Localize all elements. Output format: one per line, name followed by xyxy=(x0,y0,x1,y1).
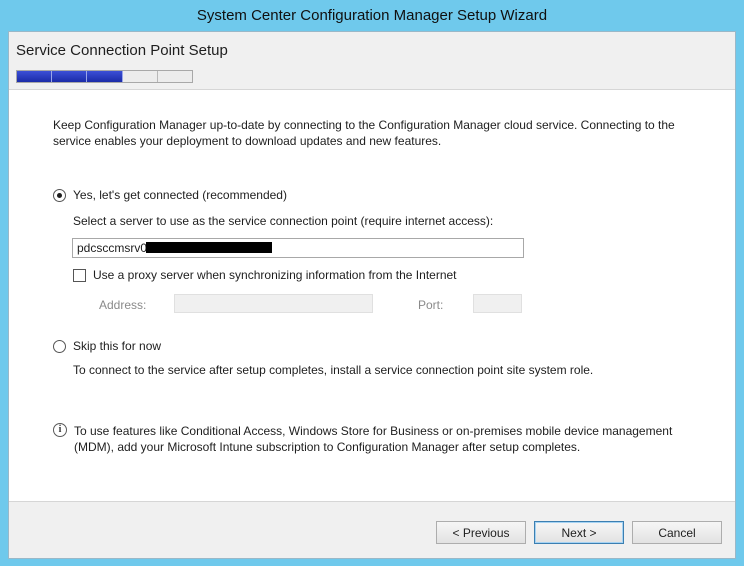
progress-step xyxy=(87,71,123,82)
window-title: System Center Configuration Manager Setu… xyxy=(196,7,548,24)
proxy-checkbox[interactable] xyxy=(73,268,86,282)
page-title: Service Connection Point Setup xyxy=(16,42,228,59)
skip-description: To connect to the service after setup co… xyxy=(73,363,594,377)
skip-radio[interactable] xyxy=(53,339,66,353)
cancel-button[interactable]: Cancel xyxy=(632,521,722,544)
redaction-bar xyxy=(146,242,272,253)
address-label: Address: xyxy=(99,298,147,312)
wizard-progress-bar xyxy=(16,70,193,83)
address-input[interactable] xyxy=(174,294,373,313)
wizard-footer: < Previous Next > Cancel xyxy=(9,501,735,558)
proxy-option[interactable]: Use a proxy server when synchronizing in… xyxy=(73,268,457,282)
connect-radio-label: Yes, let's get connected (recommended) xyxy=(73,188,287,202)
progress-step xyxy=(157,71,193,82)
next-button[interactable]: Next > xyxy=(534,521,624,544)
connect-option[interactable]: Yes, let's get connected (recommended) xyxy=(53,188,287,202)
server-input[interactable] xyxy=(72,238,524,258)
info-text: To use features like Conditional Access,… xyxy=(74,424,673,454)
progress-step xyxy=(52,71,88,82)
connect-radio[interactable] xyxy=(53,188,66,202)
server-prompt: Select a server to use as the service co… xyxy=(73,214,494,228)
setup-wizard-window: System Center Configuration Manager Setu… xyxy=(0,0,744,566)
previous-button[interactable]: < Previous xyxy=(436,521,526,544)
port-label: Port: xyxy=(418,298,444,312)
wizard-header: Service Connection Point Setup xyxy=(9,32,735,90)
wizard-body: Keep Configuration Manager up-to-date by… xyxy=(9,91,735,501)
port-input[interactable] xyxy=(473,294,522,313)
skip-option[interactable]: Skip this for now xyxy=(53,339,161,353)
intro-text: Keep Configuration Manager up-to-date by… xyxy=(53,118,675,148)
progress-step xyxy=(122,71,158,82)
progress-step xyxy=(17,71,53,82)
skip-radio-label: Skip this for now xyxy=(73,339,162,353)
info-icon: i xyxy=(53,423,67,437)
proxy-checkbox-label: Use a proxy server when synchronizing in… xyxy=(93,268,457,282)
wizard-client-area: Service Connection Point Setup Keep Conf… xyxy=(8,31,736,559)
